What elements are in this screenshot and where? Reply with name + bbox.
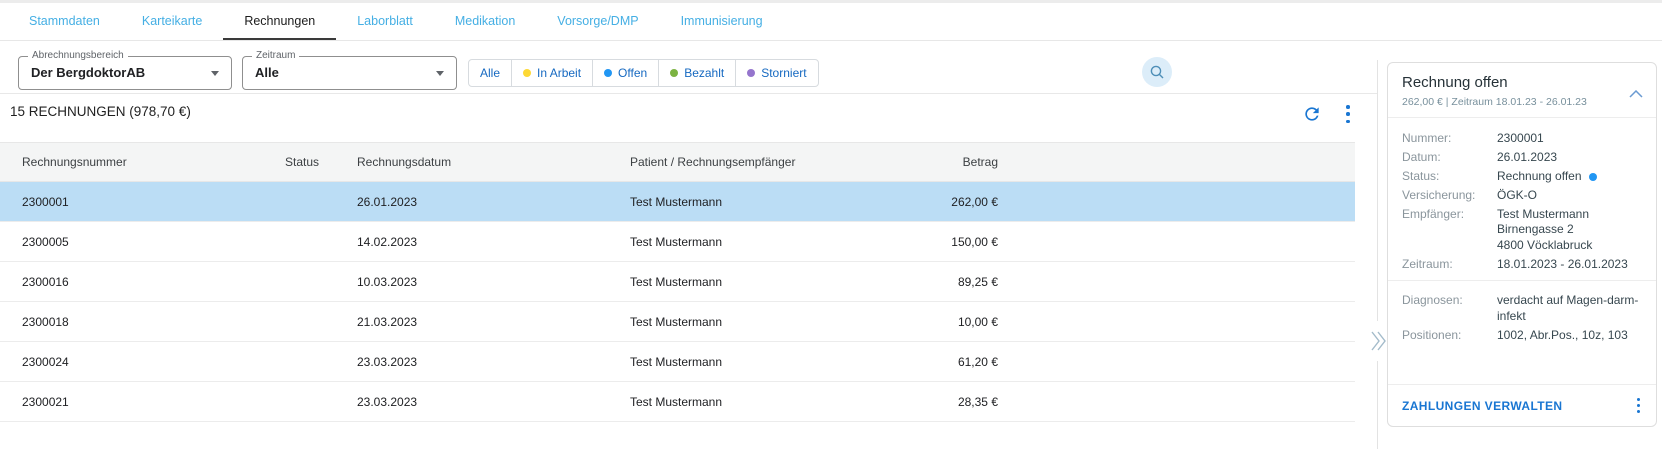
column-header: Rechnungsdatum: [357, 155, 630, 169]
status-filter-chip-storniert[interactable]: Storniert: [736, 60, 817, 86]
select-label: Abrechnungsbereich: [28, 50, 128, 62]
search-icon: [1149, 64, 1165, 80]
table-row[interactable]: 2300018 21.03.2023 Test Mustermann 10,00…: [0, 302, 1355, 342]
detail-field: Empfänger: Test Mustermann Birnengasse 2…: [1402, 207, 1642, 254]
tab-stammdaten[interactable]: Stammdaten: [8, 3, 121, 40]
chevron-down-icon: [211, 71, 219, 76]
detail-field: Nummer: 2300001: [1402, 131, 1642, 147]
double-chevron-right-icon: [1369, 330, 1387, 352]
detail-field: Versicherung: ÖGK-O: [1402, 188, 1642, 204]
card-more-menu-button[interactable]: [1634, 398, 1642, 413]
column-header: Rechnungsnummer: [0, 155, 285, 169]
detail-field: Positionen: 1002, Abr.Pos., 10z, 103: [1402, 328, 1642, 344]
status-dot-icon: [604, 69, 612, 77]
invoice-detail-card: Rechnung offen 262,00 € | Zeitraum 18.01…: [1387, 62, 1657, 427]
detail-title: Rechnung offen: [1402, 74, 1642, 91]
tab-rechnungen[interactable]: Rechnungen: [223, 3, 336, 40]
status-dot-icon: [670, 69, 678, 77]
search-button[interactable]: [1142, 57, 1172, 87]
select-label: Zeitraum: [252, 50, 299, 62]
status-filter-group: Alle In Arbeit Offen Bezahlt Storniert: [468, 59, 819, 87]
column-header: Status: [285, 155, 357, 169]
status-filter-chip-bezahlt[interactable]: Bezahlt: [659, 60, 736, 86]
manage-payments-button[interactable]: ZAHLUNGEN VERWALTEN: [1402, 399, 1563, 413]
column-header: Patient / Rechnungsempfänger: [630, 155, 858, 169]
status-dot-icon: [1589, 173, 1597, 181]
tab-vorsorge-dmp[interactable]: Vorsorge/DMP: [536, 3, 659, 40]
status-filter-chip-offen[interactable]: Offen: [593, 60, 659, 86]
detail-field: Datum: 26.01.2023: [1402, 150, 1642, 166]
patient-tab-bar: Stammdaten Karteikarte Rechnungen Laborb…: [0, 3, 1662, 41]
refresh-button[interactable]: [1302, 104, 1322, 124]
status-dot-icon: [523, 69, 531, 77]
detail-field: Zeitraum: 18.01.2023 - 26.01.2023: [1402, 257, 1642, 273]
invoice-count-label: 15 RECHNUNGEN (978,70 €): [10, 104, 191, 119]
table-row[interactable]: 2300021 23.03.2023 Test Mustermann 28,35…: [0, 382, 1355, 422]
detail-field: Status: Rechnung offen: [1402, 169, 1642, 185]
tab-laborblatt[interactable]: Laborblatt: [336, 3, 434, 40]
column-header: Betrag: [858, 155, 998, 169]
tab-immunisierung[interactable]: Immunisierung: [660, 3, 784, 40]
table-row[interactable]: 2300001 26.01.2023 Test Mustermann 262,0…: [0, 182, 1355, 222]
filter-divider: [0, 93, 1377, 94]
status-dot-icon: [747, 69, 755, 77]
detail-subtitle: 262,00 € | Zeitraum 18.01.23 - 26.01.23: [1402, 96, 1642, 108]
table-row[interactable]: 2300024 23.03.2023 Test Mustermann 61,20…: [0, 342, 1355, 382]
chevron-down-icon: [436, 71, 444, 76]
status-filter-chip-in-arbeit[interactable]: In Arbeit: [512, 60, 593, 86]
panel-divider: [1377, 60, 1378, 449]
refresh-icon: [1302, 104, 1322, 124]
list-more-menu-button[interactable]: [1343, 105, 1353, 123]
invoice-table: Rechnungsnummer Status Rechnungsdatum Pa…: [0, 142, 1355, 422]
detail-field: Diagnosen: verdacht auf Magen-darm-infek…: [1402, 293, 1642, 324]
table-row[interactable]: 2300005 14.02.2023 Test Mustermann 150,0…: [0, 222, 1355, 262]
tab-medikation[interactable]: Medikation: [434, 3, 536, 40]
table-header-row: Rechnungsnummer Status Rechnungsdatum Pa…: [0, 142, 1355, 182]
collapse-card-button[interactable]: [1629, 85, 1643, 103]
zeitraum-select[interactable]: Zeitraum Alle: [242, 56, 457, 90]
table-row[interactable]: 2300016 10.03.2023 Test Mustermann 89,25…: [0, 262, 1355, 302]
abrechnungsbereich-select[interactable]: Abrechnungsbereich Der BergdoktorAB: [18, 56, 232, 90]
status-filter-chip-alle[interactable]: Alle: [469, 60, 512, 86]
chevron-up-icon: [1629, 90, 1643, 98]
tab-karteikarte[interactable]: Karteikarte: [121, 3, 223, 40]
